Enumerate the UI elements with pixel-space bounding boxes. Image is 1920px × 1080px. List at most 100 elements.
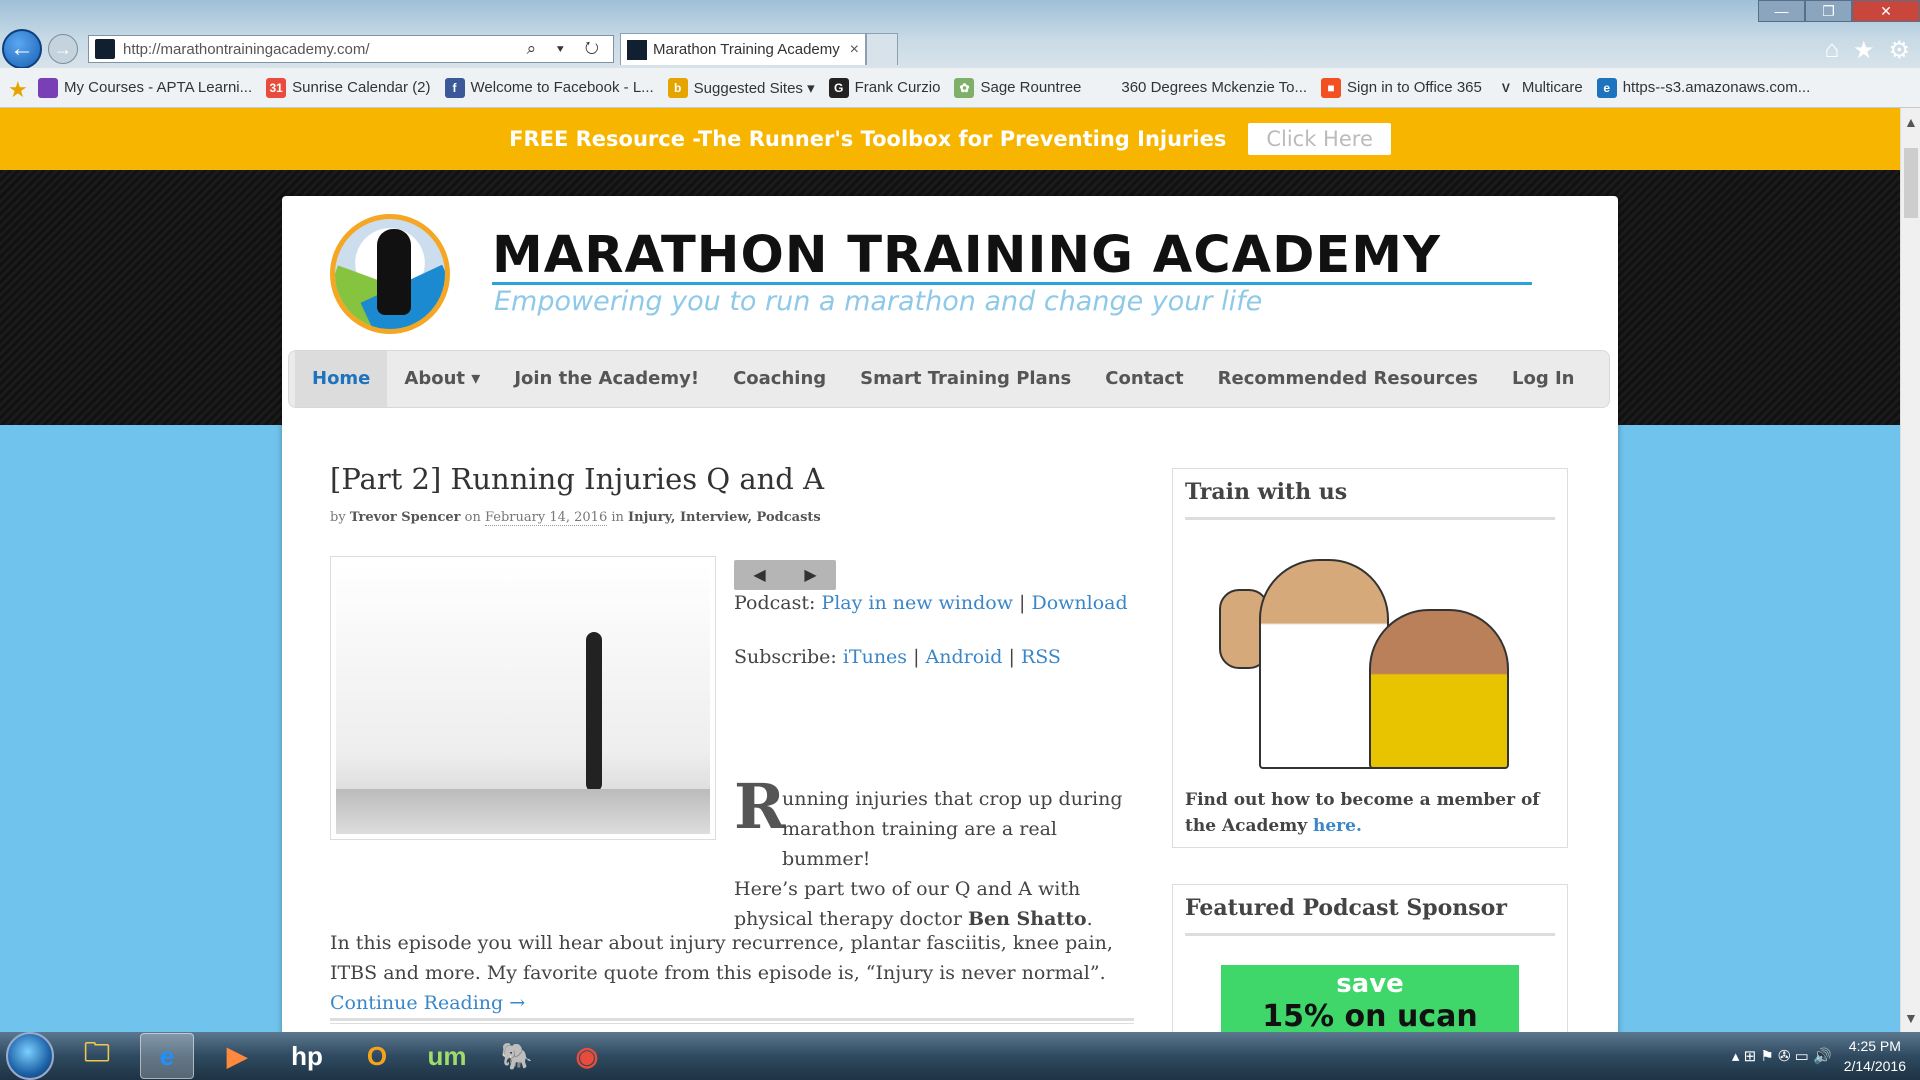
- restore-button[interactable]: ❐: [1805, 0, 1852, 22]
- favorite-icon: b: [667, 77, 688, 98]
- favorite-item[interactable]: V Multicare: [1495, 77, 1583, 98]
- post-excerpt: In this episode you will hear about inju…: [330, 928, 1150, 1018]
- continue-reading-link[interactable]: Continue Reading →: [330, 992, 525, 1014]
- post-author[interactable]: Trevor Spencer: [350, 510, 461, 525]
- download-link[interactable]: Download: [1031, 592, 1127, 614]
- browser-chrome: ← → http://marathontrainingacademy.com/ …: [0, 0, 1920, 69]
- byline-by: by: [330, 510, 346, 525]
- scroll-down-icon[interactable]: ▼: [1904, 1010, 1918, 1026]
- close-tab-icon[interactable]: ×: [850, 41, 859, 59]
- nav-item[interactable]: About ▾: [387, 351, 497, 407]
- url-text[interactable]: http://marathontrainingacademy.com/: [123, 41, 370, 58]
- post-intro: unning injuries that crop up during mara…: [782, 788, 1123, 870]
- home-icon[interactable]: ⌂: [1824, 36, 1839, 65]
- favorite-label: Suggested Sites ▾: [693, 79, 815, 97]
- rss-link[interactable]: RSS: [1021, 646, 1061, 668]
- nav-item[interactable]: Log In: [1495, 351, 1592, 407]
- itunes-link[interactable]: iTunes: [843, 646, 907, 668]
- widget-title: Train with us: [1185, 469, 1555, 520]
- web-page: FREE Resource -The Runner's Toolbox for …: [0, 108, 1900, 1032]
- favorite-item[interactable]: ✿ Sage Rountree: [954, 77, 1081, 98]
- taskbar-app-icon[interactable]: O: [350, 1033, 404, 1079]
- back-button[interactable]: ←: [2, 29, 42, 69]
- taskbar-app-icon[interactable]: um: [420, 1033, 474, 1079]
- add-favorite-star-icon[interactable]: ★: [8, 77, 34, 102]
- favorite-item[interactable]: 360 Degrees Mckenzie To...: [1095, 77, 1308, 98]
- site-title[interactable]: MARATHON TRAINING ACADEMY: [492, 226, 1441, 285]
- here-link[interactable]: here.: [1313, 816, 1362, 836]
- favorite-item[interactable]: f Welcome to Facebook - L...: [444, 77, 654, 98]
- subscribe-label: Subscribe:: [734, 646, 837, 668]
- window-controls: — ❐ ✕: [1758, 0, 1920, 22]
- favorites-bar: ★ My Courses - APTA Learni... 31 Sunrise C…: [0, 68, 1920, 108]
- taskbar-app-icon[interactable]: hp: [280, 1033, 334, 1079]
- doctor-name: Ben Shatto: [967, 908, 1087, 930]
- favorite-item[interactable]: b Suggested Sites ▾: [667, 77, 815, 98]
- scrollbar-thumb[interactable]: [1904, 148, 1918, 218]
- forward-button[interactable]: →: [48, 34, 78, 64]
- clock[interactable]: 4:25 PM 2/14/2016: [1844, 1036, 1906, 1076]
- player-prev-icon[interactable]: ◀: [753, 565, 765, 585]
- runner-figure: [586, 632, 602, 792]
- coaches-illustration[interactable]: [1219, 549, 1519, 769]
- byline-in: in: [611, 510, 624, 525]
- favorite-icon: ■: [1321, 77, 1342, 98]
- nav-item[interactable]: Home: [295, 351, 388, 407]
- byline-on: on: [464, 510, 481, 525]
- taskbar-app-icon[interactable]: ▶: [210, 1033, 264, 1079]
- site-logo[interactable]: [330, 214, 450, 334]
- tray-icons[interactable]: ▴ ⊞ ⚑ ✇ ▭ 🔊: [1732, 1047, 1832, 1065]
- podcast-label: Podcast:: [734, 592, 816, 614]
- click-here-button[interactable]: Click Here: [1248, 123, 1391, 155]
- play-new-window-link[interactable]: Play in new window: [821, 592, 1013, 614]
- favorite-item[interactable]: e https--s3.amazonaws.com...: [1596, 77, 1811, 98]
- excerpt-text: In this episode you will hear about inju…: [330, 932, 1113, 984]
- clock-time: 4:25 PM: [1848, 1038, 1901, 1054]
- widget-text: Find out how to become a member of the A…: [1185, 787, 1555, 839]
- system-tray: ▴ ⊞ ⚑ ✇ ▭ 🔊 4:25 PM 2/14/2016: [1732, 1032, 1906, 1080]
- favorite-label: Welcome to Facebook - L...: [470, 79, 654, 96]
- favorites-star-icon[interactable]: ★: [1853, 36, 1875, 65]
- post-date: February 14, 2016: [484, 510, 608, 526]
- sponsor-line-1: save: [1336, 969, 1404, 999]
- favorite-item[interactable]: 31 Sunrise Calendar (2): [266, 77, 431, 98]
- nav-item[interactable]: Coaching: [716, 351, 843, 407]
- new-tab-button[interactable]: [866, 33, 898, 65]
- favorite-item[interactable]: ■ Sign in to Office 365: [1321, 77, 1482, 98]
- player-play-icon[interactable]: ▶: [804, 565, 816, 585]
- minimize-button[interactable]: —: [1758, 0, 1805, 22]
- separator: |: [1019, 592, 1026, 614]
- favorite-item[interactable]: G Frank Curzio: [828, 77, 940, 98]
- promo-banner: FREE Resource -The Runner's Toolbox for …: [0, 108, 1900, 170]
- scroll-up-icon[interactable]: ▲: [1904, 114, 1918, 130]
- start-button[interactable]: [6, 1032, 54, 1080]
- post-categories[interactable]: Injury, Interview, Podcasts: [628, 510, 821, 525]
- taskbar-app-icon[interactable]: ◉: [560, 1033, 614, 1079]
- settings-gear-icon[interactable]: ⚙: [1888, 36, 1910, 65]
- sponsor-ad[interactable]: save 15% on ucan: [1221, 965, 1519, 1032]
- nav-item[interactable]: Join the Academy!: [497, 351, 716, 407]
- vertical-scrollbar[interactable]: ▲ ▼: [1900, 108, 1920, 1032]
- favorite-item[interactable]: My Courses - APTA Learni...: [38, 77, 252, 98]
- nav-item[interactable]: Contact: [1088, 351, 1200, 407]
- favorite-label: Sunrise Calendar (2): [292, 79, 431, 96]
- nav-item[interactable]: Recommended Resources: [1201, 351, 1495, 407]
- sponsor-widget: Featured Podcast Sponsor save 15% on uca…: [1172, 884, 1568, 1032]
- address-bar[interactable]: http://marathontrainingacademy.com/ ⌕ ▾ …: [88, 35, 614, 63]
- post-divider: [330, 1018, 1134, 1024]
- browser-tools: ⌂ ★ ⚙: [1824, 36, 1910, 65]
- separator: |: [1008, 646, 1015, 668]
- address-controls-icon[interactable]: ⌕ ▾ ↻: [527, 39, 607, 59]
- post-thumbnail[interactable]: [330, 556, 716, 840]
- favorite-label: 360 Degrees Mckenzie To...: [1121, 79, 1308, 96]
- favorite-label: https--s3.amazonaws.com...: [1622, 79, 1811, 96]
- close-window-button[interactable]: ✕: [1852, 0, 1920, 22]
- post-title[interactable]: [Part 2] Running Injuries Q and A: [330, 462, 824, 496]
- nav-item[interactable]: Smart Training Plans: [843, 351, 1088, 407]
- android-link[interactable]: Android: [926, 646, 1003, 668]
- taskbar-app-icon[interactable]: 🗀: [70, 1033, 124, 1079]
- taskbar-app-icon[interactable]: 🐘: [490, 1033, 544, 1079]
- taskbar-app-icon[interactable]: e: [140, 1033, 194, 1079]
- windows-taskbar: 🗀 e ▶ hp Oum 🐘 ◉ ▴ ⊞ ⚑ ✇ ▭ 🔊 4:25 PM 2/14/2016: [0, 1032, 1920, 1080]
- tab-marathon-training-academy[interactable]: Marathon Training Academy ×: [620, 33, 866, 65]
